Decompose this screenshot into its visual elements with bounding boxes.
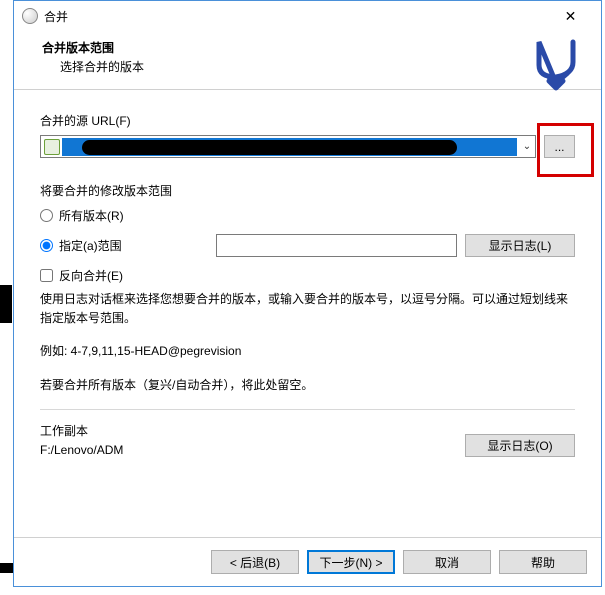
- source-url-combo[interactable]: ⌄: [40, 135, 536, 158]
- cancel-button[interactable]: 取消: [403, 550, 491, 574]
- working-copy-path: F:/Lenovo/ADM: [40, 443, 123, 457]
- app-icon: [22, 8, 38, 24]
- source-url-value: [62, 138, 517, 156]
- header-title: 合并版本范围: [42, 39, 573, 56]
- reverse-merge-label: 反向合并(E): [59, 267, 123, 284]
- help-text-2: 例如: 4-7,9,11,15-HEAD@pegrevision: [40, 342, 575, 361]
- back-button[interactable]: < 后退(B): [211, 550, 299, 574]
- revision-section-title: 将要合并的修改版本范围: [40, 182, 575, 199]
- merge-logo-icon: [531, 37, 581, 92]
- all-revisions-label: 所有版本(R): [59, 207, 124, 224]
- window-title: 合并: [44, 8, 548, 25]
- wizard-header: 合并版本范围 选择合并的版本: [14, 31, 601, 90]
- chevron-down-icon[interactable]: ⌄: [519, 141, 535, 152]
- help-text-block: 使用日志对话框来选择您想要合并的版本，或输入要合并的版本号，以逗号分隔。可以通过…: [40, 290, 575, 395]
- specific-range-radio[interactable]: [40, 239, 53, 252]
- all-revisions-radio[interactable]: [40, 209, 53, 222]
- browse-button[interactable]: ...: [544, 135, 575, 158]
- show-log-l-button[interactable]: 显示日志(L): [465, 234, 575, 257]
- next-button[interactable]: 下一步(N) >: [307, 550, 395, 574]
- specific-range-label: 指定(a)范围: [59, 237, 122, 254]
- show-log-o-button[interactable]: 显示日志(O): [465, 434, 575, 457]
- titlebar: 合并 ✕: [14, 1, 601, 31]
- source-url-label: 合并的源 URL(F): [40, 112, 575, 129]
- close-button[interactable]: ✕: [548, 2, 593, 31]
- revision-range-input[interactable]: [216, 234, 457, 257]
- reverse-merge-checkbox[interactable]: [40, 269, 53, 282]
- working-copy-label: 工作副本: [40, 422, 123, 439]
- wizard-footer: < 后退(B) 下一步(N) > 取消 帮助: [14, 537, 601, 586]
- url-type-icon: [44, 139, 60, 155]
- header-subtitle: 选择合并的版本: [42, 58, 573, 75]
- help-button[interactable]: 帮助: [499, 550, 587, 574]
- help-text-1: 使用日志对话框来选择您想要合并的版本，或输入要合并的版本号，以逗号分隔。可以通过…: [40, 290, 575, 328]
- section-divider: [40, 409, 575, 410]
- help-text-3: 若要合并所有版本（复兴/自动合并），将此处留空。: [40, 376, 575, 395]
